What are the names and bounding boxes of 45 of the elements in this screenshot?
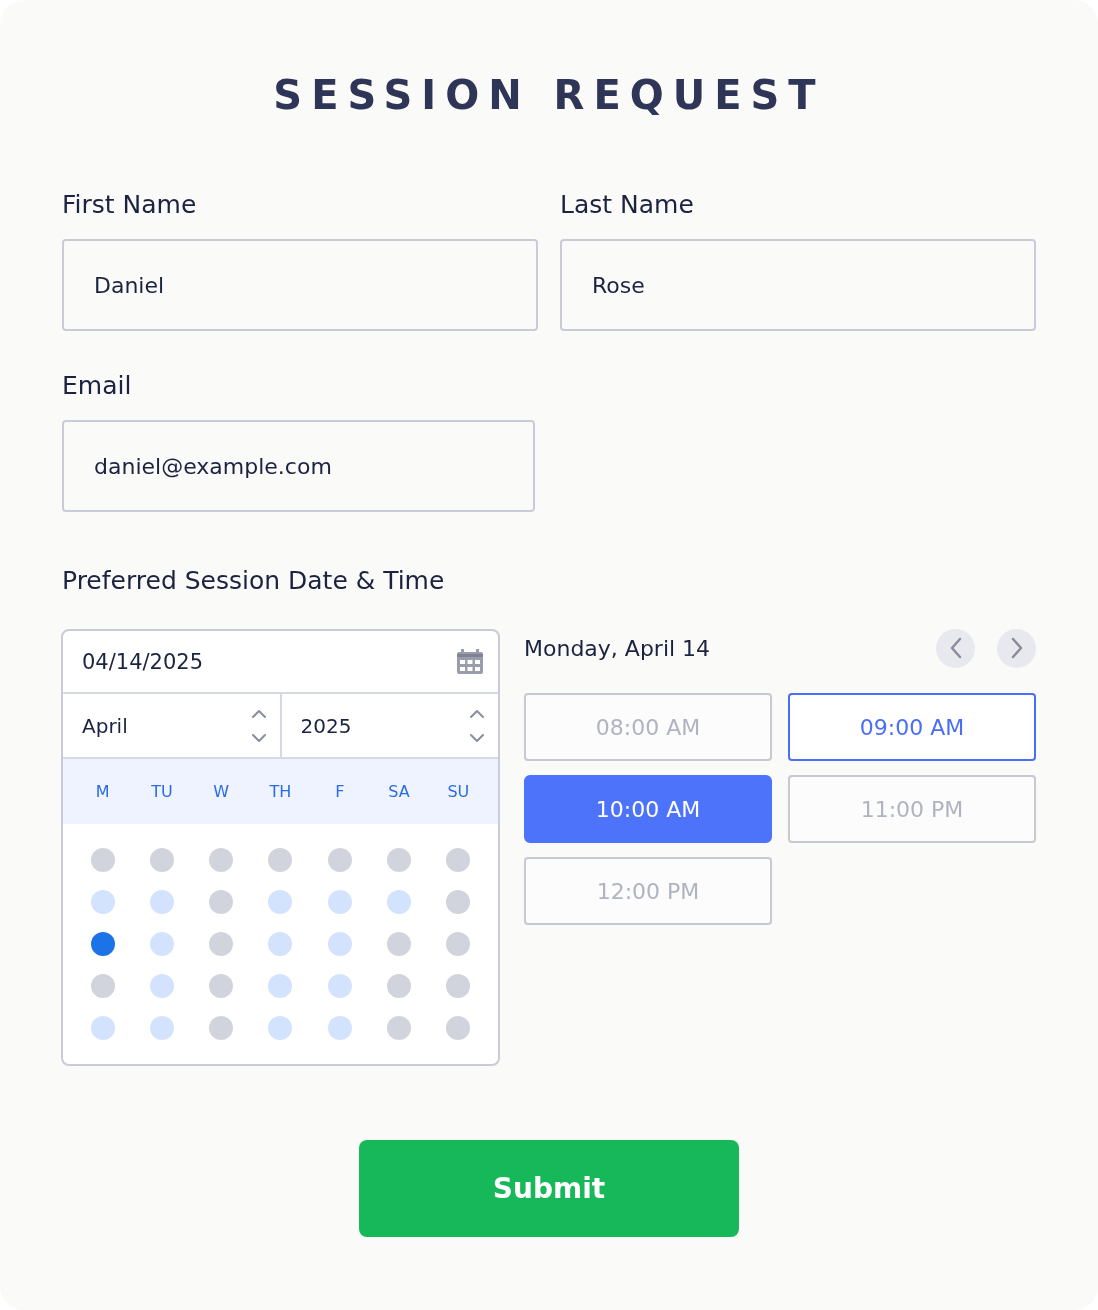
spinner-field[interactable]: April xyxy=(63,694,280,757)
chevron-right-icon xyxy=(1009,637,1024,659)
day-dot[interactable] xyxy=(149,974,174,998)
form-title: SESSION REQUEST xyxy=(272,72,826,118)
weekday-label: F xyxy=(334,782,346,801)
next-button[interactable] xyxy=(997,628,1036,668)
time-slot[interactable]: 10:00 AM xyxy=(524,775,772,843)
day-dot[interactable] xyxy=(268,890,293,914)
previous-button[interactable] xyxy=(936,628,975,668)
weekday-label: W xyxy=(212,782,231,801)
day-heading: Monday, April 14 xyxy=(524,635,711,661)
time-slot[interactable]: 09:00 AM xyxy=(788,693,1036,761)
section-label: Preferred Session Date & Time xyxy=(62,566,446,595)
day-dot[interactable] xyxy=(149,932,174,956)
chevron-left-icon xyxy=(948,637,963,659)
submit-button[interactable]: Submit xyxy=(359,1140,739,1237)
day-dot[interactable] xyxy=(327,890,352,914)
day-dot[interactable] xyxy=(268,1016,293,1040)
day-dot[interactable] xyxy=(327,974,352,998)
input-field[interactable]: daniel@example.com xyxy=(62,420,535,512)
day-dot[interactable] xyxy=(90,932,115,956)
up-down-chevron-icon xyxy=(468,708,486,743)
weekday-label: M xyxy=(94,782,111,801)
day-dot[interactable] xyxy=(268,932,293,956)
field-label: Last Name xyxy=(560,190,695,219)
field-label: First Name xyxy=(62,190,198,219)
spinner-field[interactable]: 2025 xyxy=(279,694,498,757)
calendar-icon xyxy=(456,648,484,675)
weekday-label: SA xyxy=(387,782,411,801)
field-label: Email xyxy=(62,371,133,400)
day-dot[interactable] xyxy=(149,890,174,914)
day-dot[interactable] xyxy=(327,932,352,956)
input-field[interactable]: Daniel xyxy=(62,239,538,331)
day-dot[interactable] xyxy=(387,890,412,914)
day-dot[interactable] xyxy=(90,890,115,914)
weekday-label: SU xyxy=(446,782,471,801)
day-dot[interactable] xyxy=(327,1016,352,1040)
date-value: 04/14/2025 xyxy=(82,649,204,674)
day-dot[interactable] xyxy=(149,1016,174,1040)
input-field[interactable]: Rose xyxy=(560,239,1036,331)
weekday-label: TU xyxy=(150,782,174,801)
weekday-label: TH xyxy=(268,782,293,801)
day-dot[interactable] xyxy=(90,1016,115,1040)
day-dot[interactable] xyxy=(268,974,293,998)
up-down-chevron-icon xyxy=(249,708,268,743)
